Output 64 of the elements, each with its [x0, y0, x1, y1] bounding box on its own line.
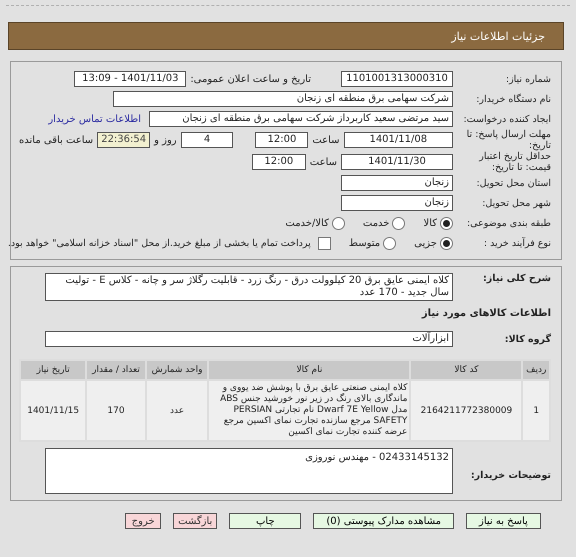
- deadline-time-field[interactable]: 12:00: [255, 132, 308, 148]
- column-header: ردیف: [523, 361, 549, 379]
- table-cell: 2164211772380009: [411, 381, 522, 440]
- validity-time-field[interactable]: 12:00: [252, 154, 306, 170]
- goods-group-field[interactable]: ابزارآلات: [45, 331, 453, 347]
- field-label: طبقه بندی موضوعی:: [466, 218, 551, 228]
- need-number-field[interactable]: 1101001313000310: [341, 71, 453, 87]
- announce-date-field[interactable]: 1401/11/03 - 13:09: [74, 71, 186, 87]
- field-label: ساعت: [312, 134, 340, 146]
- column-header: نام کالا: [209, 361, 410, 379]
- buyer-contact-link[interactable]: اطلاعات تماس خریدار: [48, 114, 141, 124]
- category-radio[interactable]: کالا: [423, 216, 453, 230]
- requester-field[interactable]: سید مرتضی سعید کاربرداز شرکت سهامی برق منطقه ای زنجان: [149, 111, 453, 127]
- field-label: نوع فرآیند خرید :: [482, 238, 551, 248]
- field-label: حداقل تاریخ اعتبار قیمت: تا تاریخ:: [478, 151, 551, 173]
- field-label: ساعت: [310, 156, 337, 168]
- field-label: ساعت باقی مانده: [19, 134, 94, 146]
- field-label: شرح کلی نیاز:: [482, 273, 551, 284]
- column-header: کد کالا: [411, 361, 522, 379]
- field-label: شهر محل تحویل:: [481, 198, 551, 208]
- column-header: واحد شمارش: [146, 361, 208, 379]
- payment-note: پرداخت تمام یا بخشی از مبلغ خرید.از محل "اسناد خزانه اسلامی" خواهد بود.: [8, 238, 311, 248]
- radio-icon[interactable]: [383, 236, 396, 250]
- description-field[interactable]: کلاه ایمنی عایق برق 20 کیلوولت درق - رنگ زرد - قابلیت رگلاژ سر و چانه - کلاس E - تولیت سال جدید - 170 عدد: [45, 273, 453, 301]
- table-cell: کلاه ایمنی صنعتی عایق برق با پوشش ضد یووی و ماندگاری بالای رنگ در زیر نور خورشید جنس ABS مدل Dwarf 7E Yellow نام تجارتی PERSIAN SAFETY مرجع سازنده تجارت نمای اکسین مرجع عرضه کننده تجارت نمای اکسین: [209, 381, 410, 440]
- field-label: توضیحات خریدار:: [470, 470, 551, 481]
- field-label: شماره نیاز:: [504, 74, 551, 84]
- table-cell: عدد: [146, 381, 208, 440]
- buyer-notes-field[interactable]: 02433145132 - مهندس نوروزی: [45, 448, 453, 494]
- action-button[interactable]: بازگشت: [173, 513, 218, 529]
- field-label: گروه کالا:: [504, 334, 551, 344]
- column-header: تعداد / مقدار: [87, 361, 145, 379]
- category-radio[interactable]: کالا/خدمت: [285, 216, 345, 230]
- column-header: تاریخ نیاز: [21, 361, 86, 379]
- radio-icon[interactable]: [332, 216, 345, 230]
- city-field[interactable]: زنجان: [341, 195, 453, 211]
- field-label: نام دستگاه خریدار:: [475, 94, 551, 104]
- action-button[interactable]: خروج: [125, 513, 162, 529]
- action-button[interactable]: پاسخ به نیاز: [466, 513, 541, 529]
- buyer-org-field[interactable]: شرکت سهامی برق منطقه ای زنجان: [113, 91, 453, 107]
- table-cell: 1: [523, 381, 549, 440]
- field-label: ایجاد کننده درخواست:: [462, 114, 551, 124]
- radio-icon[interactable]: [440, 236, 453, 250]
- action-button[interactable]: مشاهده مدارک پیوستی (0): [313, 513, 454, 529]
- table-cell: 170: [87, 381, 145, 440]
- deadline-date-field[interactable]: 1401/11/08: [344, 132, 453, 148]
- purchase-type-radio[interactable]: جزیی: [414, 236, 453, 250]
- category-radio[interactable]: خدمت: [362, 216, 406, 230]
- field-label: استان محل تحویل:: [475, 178, 551, 188]
- checkbox[interactable]: [318, 236, 331, 250]
- remaining-time-field: 22:36:54: [97, 132, 150, 148]
- action-button[interactable]: چاپ: [229, 513, 302, 529]
- days-field[interactable]: 4: [180, 132, 234, 148]
- section-heading: اطلاعات کالاهای مورد نیاز: [420, 308, 551, 319]
- radio-icon[interactable]: [392, 216, 406, 230]
- field-label: مهلت ارسال پاسخ: تا تاریخ:: [466, 129, 551, 151]
- header-title: جزئیات اطلاعات نیاز: [451, 30, 545, 42]
- validity-date-field[interactable]: 1401/11/30: [341, 154, 453, 170]
- table-cell: 1401/11/15: [21, 381, 86, 440]
- province-field[interactable]: زنجان: [341, 175, 453, 191]
- field-label: تاریخ و ساعت اعلان عمومی:: [190, 74, 311, 84]
- radio-icon[interactable]: [440, 216, 453, 230]
- purchase-type-radio[interactable]: متوسط: [348, 236, 396, 250]
- field-label: روز و: [154, 134, 177, 146]
